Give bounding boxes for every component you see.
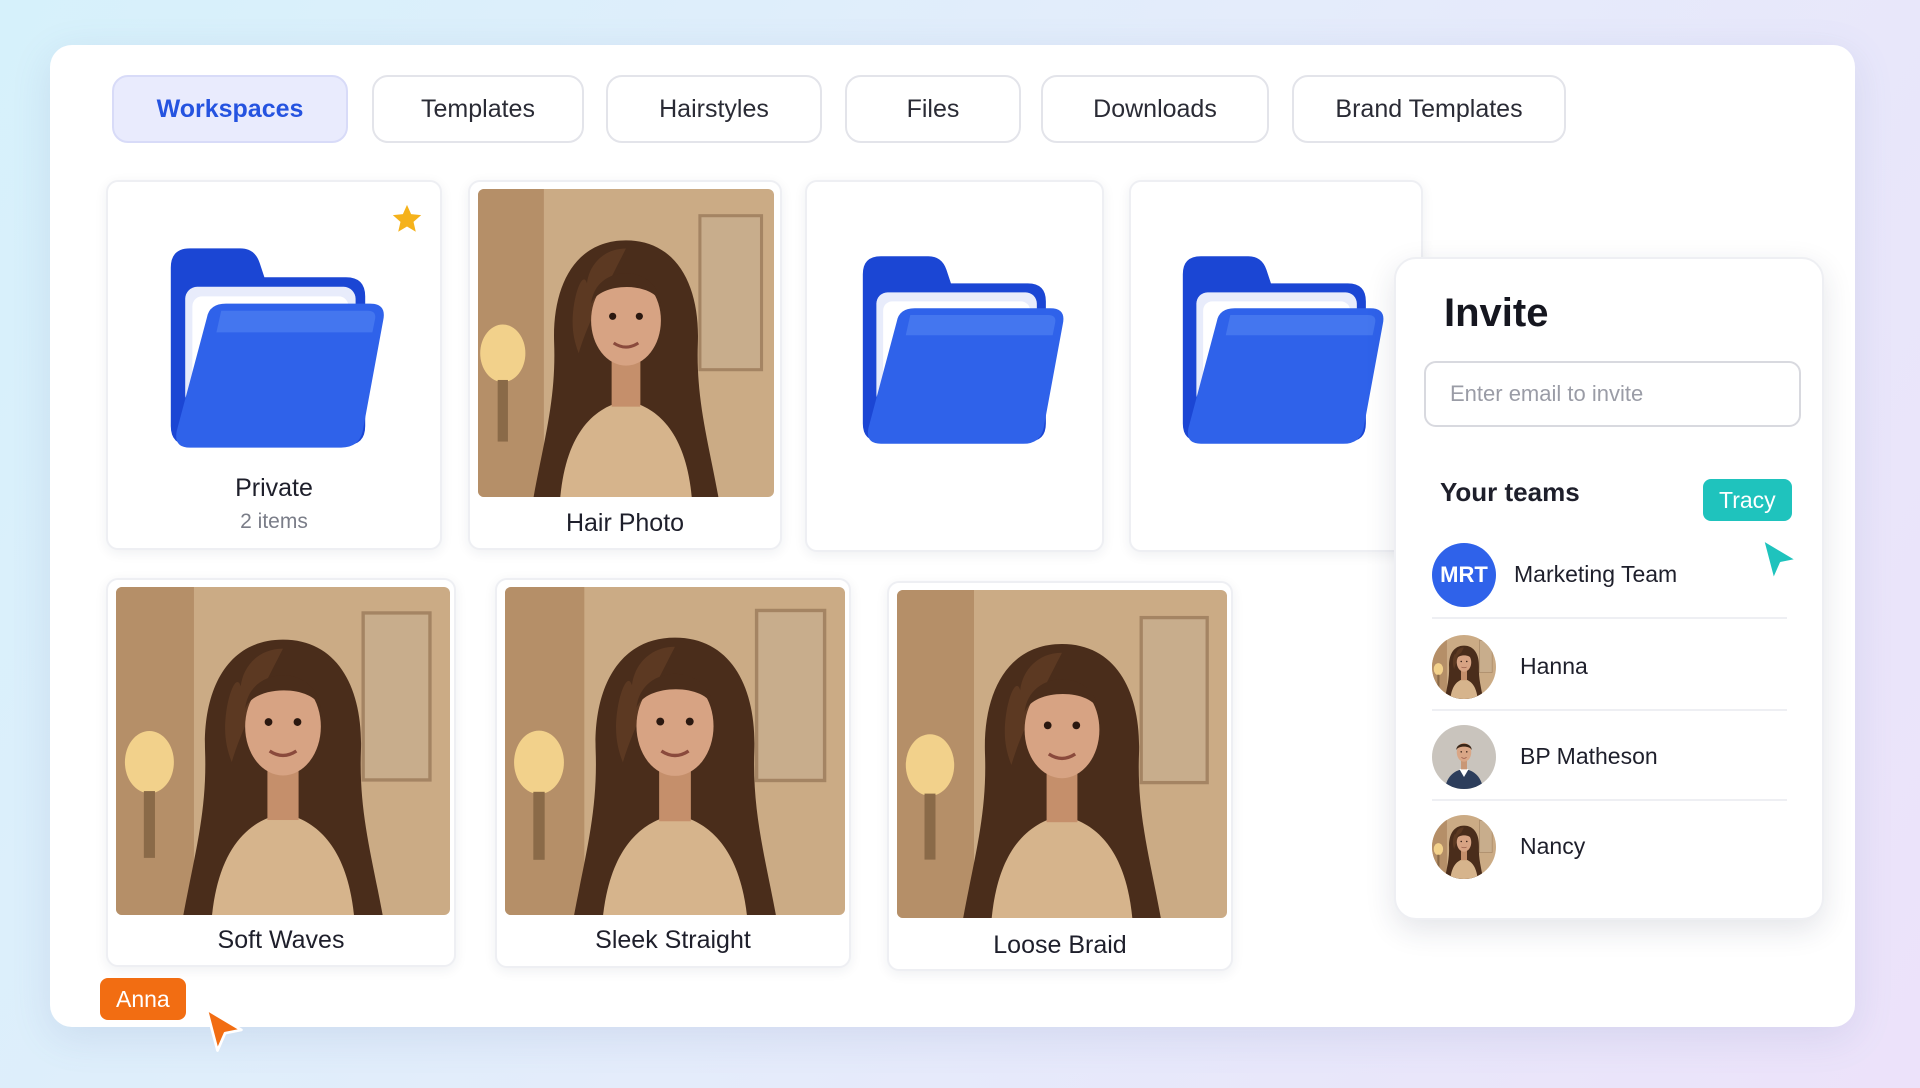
photo-title: Hair Photo — [565, 509, 685, 537]
team-member-nancy[interactable]: Nancy — [1432, 801, 1787, 891]
anna-cursor-label: Anna — [100, 978, 186, 1020]
invite-panel: Invite Your teams MRT Marketing Team Han… — [1394, 257, 1824, 920]
tracy-cursor-label: Tracy — [1703, 479, 1792, 521]
soft-waves-thumbnail — [116, 587, 450, 915]
tab-templates[interactable]: Templates — [372, 75, 584, 143]
star-icon[interactable] — [390, 202, 424, 236]
team-member-bp-matheson[interactable]: BP Matheson — [1432, 711, 1787, 801]
member-name: BP Matheson — [1520, 743, 1658, 769]
photo-title: Sleek Straight — [595, 926, 751, 954]
tab-files[interactable]: Files — [845, 75, 1021, 143]
folder-icon — [154, 234, 394, 462]
photo-card-sleek-straight[interactable]: Sleek Straight — [495, 578, 851, 968]
invite-email-input[interactable] — [1424, 361, 1801, 427]
folder-title: Private — [235, 474, 313, 502]
folder-card-4[interactable] — [1129, 180, 1423, 552]
avatar — [1432, 635, 1496, 699]
folder-icon — [847, 242, 1073, 458]
team-member-hanna[interactable]: Hanna — [1432, 621, 1787, 711]
folder-icon — [1167, 242, 1393, 458]
avatar — [1432, 815, 1496, 879]
photo-card-loose-braid[interactable]: Loose Braid — [887, 581, 1233, 971]
your-teams-heading: Your teams — [1440, 477, 1580, 507]
tab-workspaces[interactable]: Workspaces — [112, 75, 348, 143]
member-name: Nancy — [1520, 833, 1586, 859]
invite-title: Invite — [1444, 291, 1549, 335]
tab-downloads[interactable]: Downloads — [1041, 75, 1269, 143]
team-member-marketing-team[interactable]: MRT Marketing Team — [1432, 529, 1787, 619]
member-name: Marketing Team — [1514, 561, 1678, 587]
photo-card-soft-waves[interactable]: Soft Waves — [106, 578, 456, 967]
photo-title: Loose Braid — [993, 931, 1127, 959]
cursor-arrow-icon — [202, 1006, 246, 1056]
sleek-straight-thumbnail — [505, 587, 845, 915]
loose-braid-thumbnail — [897, 590, 1227, 918]
team-avatar: MRT — [1432, 543, 1496, 607]
avatar — [1432, 725, 1496, 789]
folder-card-3[interactable] — [805, 180, 1104, 552]
tab-brand-templates[interactable]: Brand Templates — [1292, 75, 1566, 143]
member-name: Hanna — [1520, 653, 1588, 679]
photo-card-hair-photo[interactable]: Hair Photo — [468, 180, 782, 550]
folder-card-private[interactable]: Private 2 items — [106, 180, 442, 550]
cursor-arrow-icon — [1758, 536, 1802, 586]
photo-title: Soft Waves — [217, 926, 345, 954]
tab-hairstyles[interactable]: Hairstyles — [606, 75, 822, 143]
hair-photo-thumbnail — [478, 189, 774, 497]
folder-item-count: 2 items — [240, 510, 308, 533]
